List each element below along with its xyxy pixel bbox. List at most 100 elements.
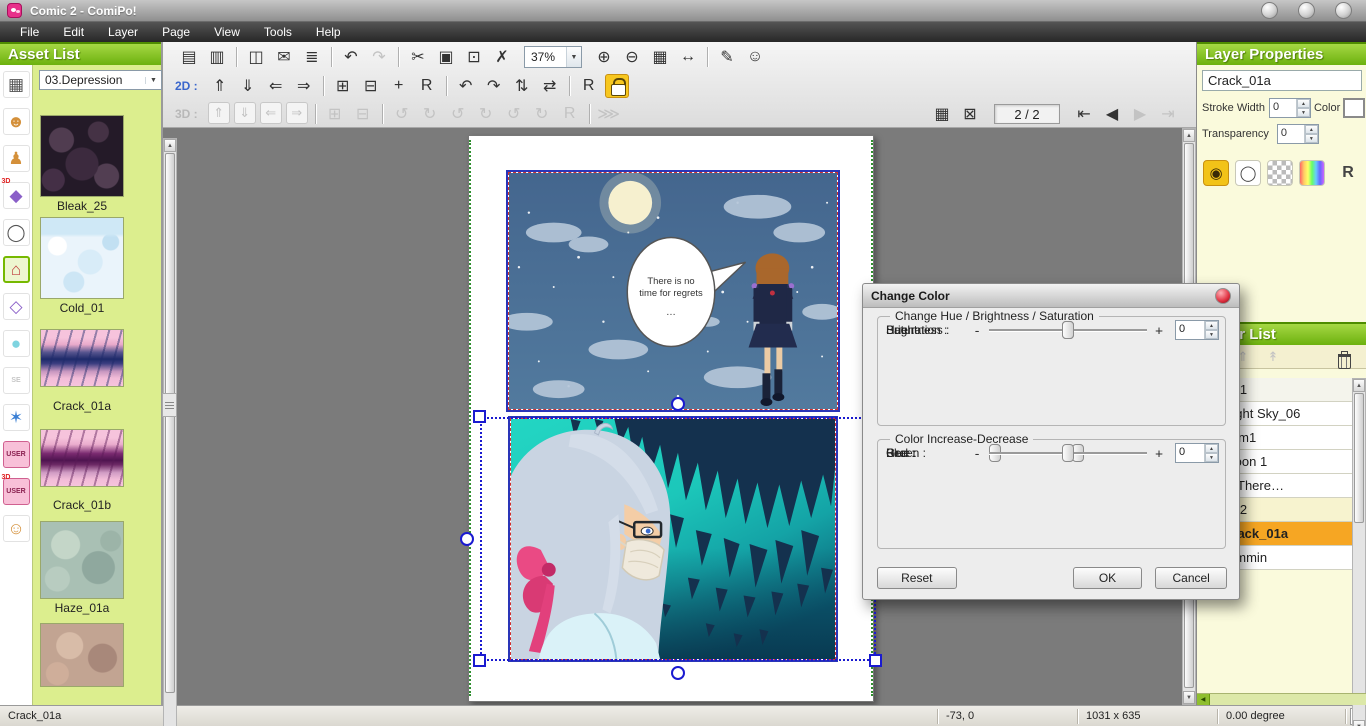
- asset-thumbnail[interactable]: [40, 329, 124, 387]
- selection-handle-bottom-center[interactable]: [671, 666, 685, 680]
- scroll-left-icon[interactable]: ◀: [1197, 694, 1210, 705]
- add-page-icon[interactable]: ▦: [930, 102, 954, 126]
- import-3d-icon[interactable]: ◫: [244, 45, 268, 69]
- move-left-icon[interactable]: ⇐: [264, 74, 288, 98]
- delete-icon[interactable]: ✗: [490, 45, 514, 69]
- reset-rotation-icon[interactable]: R: [577, 74, 601, 98]
- layer-delete-icon[interactable]: [1333, 347, 1353, 367]
- item-3d-tool-icon[interactable]: ◆ 3D: [3, 182, 30, 209]
- balloon-tool-icon[interactable]: ◯: [3, 219, 30, 246]
- scrollbar-thumb[interactable]: [165, 153, 175, 693]
- delete-page-icon[interactable]: ⊠: [958, 102, 982, 126]
- selection-handle-bottom-right[interactable]: [869, 654, 882, 667]
- spin-up-icon[interactable]: ▲: [1205, 321, 1218, 330]
- spin-up-icon[interactable]: ▲: [1305, 125, 1318, 134]
- page-list-icon[interactable]: ▦: [648, 45, 672, 69]
- stroke-width-spinner[interactable]: 0 ▲ ▼: [1269, 98, 1311, 118]
- visibility-eye-icon[interactable]: ◉: [1203, 160, 1229, 186]
- value-spinner[interactable]: 0 ▲ ▼: [1175, 443, 1219, 463]
- spin-down-icon[interactable]: ▼: [1305, 134, 1318, 143]
- spin-up-icon[interactable]: ▲: [1205, 444, 1218, 453]
- asset-thumbnail[interactable]: [40, 115, 124, 197]
- zoom-in-icon[interactable]: ⊕: [592, 45, 616, 69]
- layer-list-scrollbar[interactable]: ▲ ▼: [1352, 378, 1366, 726]
- menu-item-tools[interactable]: Tools: [252, 23, 304, 41]
- effect-drop-tool-icon[interactable]: ●: [3, 330, 30, 357]
- selection-rectangle[interactable]: [480, 417, 876, 661]
- undo-icon[interactable]: ↶: [339, 45, 363, 69]
- user-3d-tool-icon[interactable]: USER 3D: [3, 478, 30, 505]
- dialog-title-bar[interactable]: Change Color: [863, 284, 1239, 308]
- close-button[interactable]: [1335, 2, 1352, 19]
- first-page-icon[interactable]: ⇤: [1072, 102, 1096, 126]
- background-tool-icon[interactable]: ⌂: [3, 256, 30, 283]
- asset-category-dropdown[interactable]: 03.Depression ▼: [39, 70, 162, 90]
- slider-track[interactable]: [989, 321, 1147, 339]
- spin-down-icon[interactable]: ▼: [1205, 453, 1218, 462]
- maximize-button[interactable]: [1298, 2, 1315, 19]
- move-up-icon[interactable]: ⇑: [208, 74, 232, 98]
- selection-handle-top-left[interactable]: [473, 410, 486, 423]
- layer-name-input[interactable]: Crack_01a: [1202, 70, 1362, 91]
- shrink-icon[interactable]: ⊟: [359, 74, 383, 98]
- menu-item-view[interactable]: View: [202, 23, 252, 41]
- comic-panel-1[interactable]: There is no time for regrets …: [506, 170, 840, 412]
- scrollbar-thumb[interactable]: [1354, 393, 1364, 523]
- slider-thumb[interactable]: [1062, 444, 1074, 462]
- selection-handle-top-center[interactable]: [671, 397, 685, 411]
- selection-handle-bottom-left[interactable]: [473, 654, 486, 667]
- scroll-down-icon[interactable]: ▼: [1183, 691, 1195, 704]
- menu-item-help[interactable]: Help: [304, 23, 353, 41]
- pose-edit-icon[interactable]: ✎: [715, 45, 739, 69]
- layer-list-horizontal-scrollbar[interactable]: ◀: [1197, 693, 1366, 705]
- spin-up-icon[interactable]: ▲: [1297, 99, 1310, 108]
- copy-icon[interactable]: ▣: [434, 45, 458, 69]
- spin-down-icon[interactable]: ▼: [1297, 108, 1310, 117]
- menu-item-edit[interactable]: Edit: [51, 23, 96, 41]
- item-2d-tool-icon[interactable]: ◇: [3, 293, 30, 320]
- open-icon[interactable]: ▤: [177, 45, 201, 69]
- paste-icon[interactable]: ⊡: [462, 45, 486, 69]
- zoom-dropdown-arrow-icon[interactable]: ▼: [566, 47, 581, 67]
- selection-handle-left-center[interactable]: [460, 532, 474, 546]
- panel-tool-icon[interactable]: ▦: [3, 71, 30, 98]
- ok-button[interactable]: OK: [1073, 567, 1143, 589]
- flip-horizontal-icon[interactable]: ⇄: [538, 74, 562, 98]
- asset-thumbnail[interactable]: [40, 521, 124, 599]
- reset-button[interactable]: Reset: [877, 567, 957, 589]
- scroll-up-icon[interactable]: ▲: [1353, 379, 1365, 392]
- move-right-icon[interactable]: ⇒: [292, 74, 316, 98]
- enlarge-icon[interactable]: ⊞: [331, 74, 355, 98]
- minimize-button[interactable]: [1261, 2, 1278, 19]
- post-web-icon[interactable]: ✉: [272, 45, 296, 69]
- slider-track[interactable]: [989, 444, 1147, 462]
- slider-thumb[interactable]: [1062, 321, 1074, 339]
- rotate-ccw-icon[interactable]: ↶: [454, 74, 478, 98]
- character-box-tool-icon[interactable]: ☺: [3, 515, 30, 542]
- prev-page-icon[interactable]: ◀: [1100, 102, 1124, 126]
- character-balloon-tool-icon[interactable]: ☻: [3, 108, 30, 135]
- dialog-close-button[interactable]: [1215, 288, 1231, 304]
- reset-properties-icon[interactable]: R: [1335, 160, 1361, 186]
- menu-item-page[interactable]: Page: [150, 23, 202, 41]
- asset-thumbnail[interactable]: [40, 623, 124, 687]
- reset-size-icon[interactable]: R: [415, 74, 439, 98]
- character-tool-icon[interactable]: ♟: [3, 145, 30, 172]
- asset-thumbnail[interactable]: [40, 217, 124, 299]
- menu-item-file[interactable]: File: [8, 23, 51, 41]
- spin-down-icon[interactable]: ▼: [1205, 330, 1218, 339]
- cut-icon[interactable]: ✂: [406, 45, 430, 69]
- flip-vertical-icon[interactable]: ⇅: [510, 74, 534, 98]
- balloon-style-icon[interactable]: ◯: [1235, 160, 1261, 186]
- character-3d-icon[interactable]: ☺: [743, 45, 767, 69]
- user-2d-tool-icon[interactable]: USER: [3, 441, 30, 468]
- scroll-down-icon[interactable]: ▼: [1353, 720, 1365, 726]
- asset-list-scrollbar[interactable]: ▲ ▼: [163, 138, 177, 726]
- print-icon[interactable]: ≣: [300, 45, 324, 69]
- scroll-up-icon[interactable]: ▲: [1183, 129, 1195, 142]
- free-move-icon[interactable]: +: [387, 74, 411, 98]
- rotate-cw-icon[interactable]: ↷: [482, 74, 506, 98]
- color-rainbow-icon[interactable]: [1299, 160, 1325, 186]
- move-down-icon[interactable]: ⇓: [236, 74, 260, 98]
- zoom-level-select[interactable]: 37% ▼: [524, 46, 582, 68]
